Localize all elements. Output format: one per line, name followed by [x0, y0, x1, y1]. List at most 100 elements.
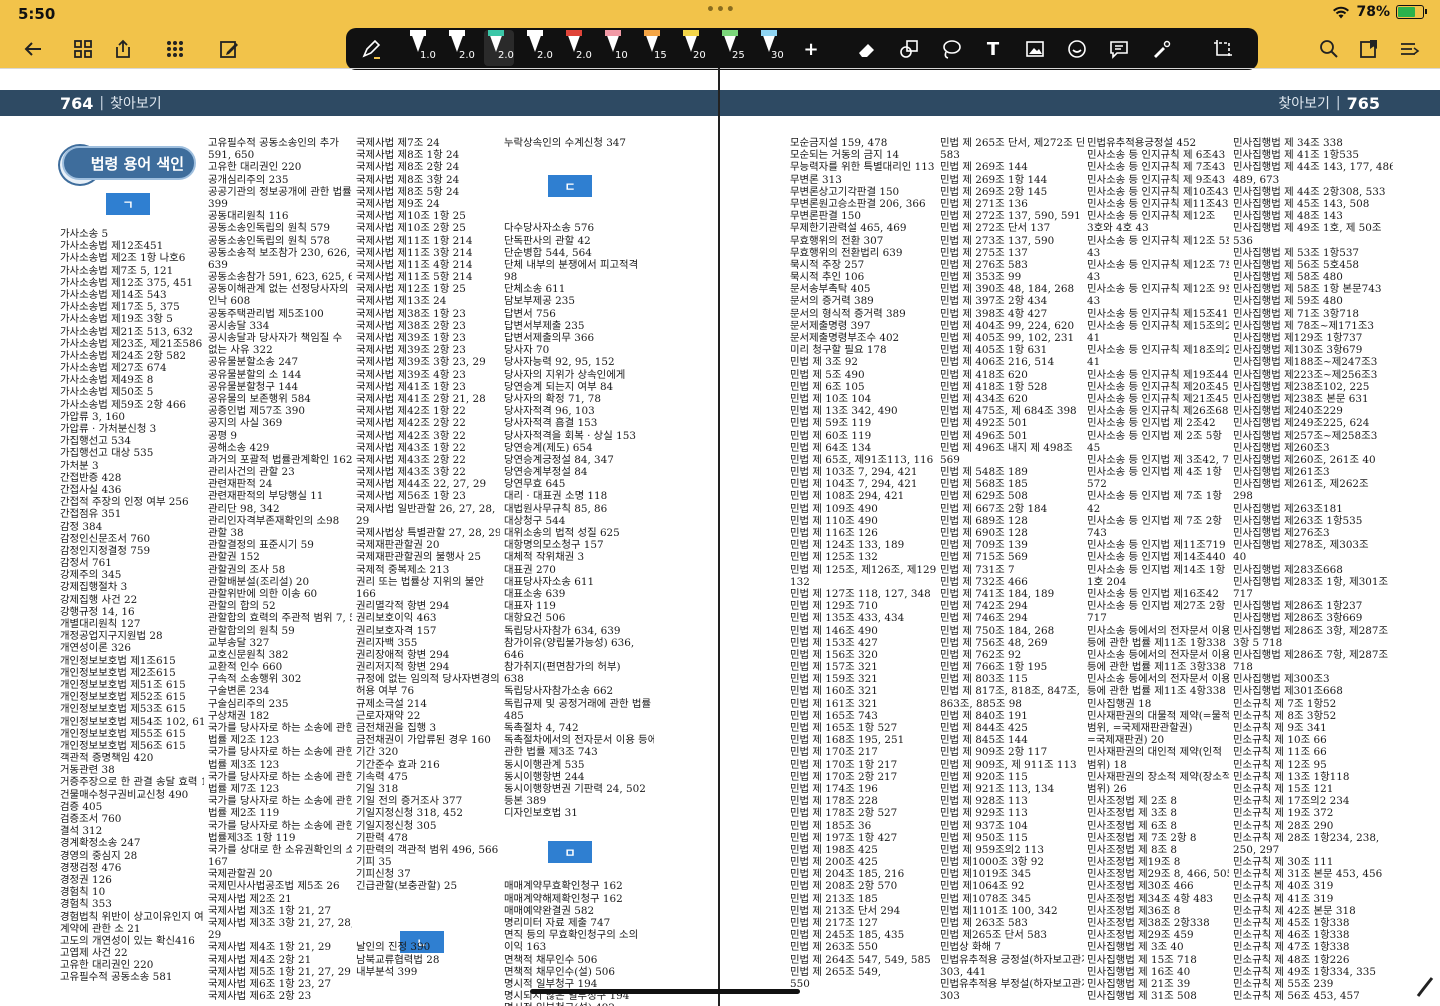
index-entry: 민법 제 272조 137, 590, 591	[940, 210, 1081, 223]
index-entry: 572	[1087, 478, 1107, 491]
pen-8[interactable]: 20	[679, 30, 709, 66]
pen-5[interactable]: 2.0	[562, 30, 592, 66]
index-entry: 국제사법 제11조 1항 214	[356, 234, 473, 247]
index-entry: 민사소송 등 인지규칙 제12조 5호	[1087, 234, 1229, 247]
pencil-shortcut-icon[interactable]	[1414, 974, 1436, 1000]
index-entry: 민소규칙 제 30조 111	[1233, 856, 1334, 869]
index-entry: 국가를 상대로 한 소유권확인의 소	[208, 843, 352, 856]
index-entry: 41	[1087, 356, 1101, 369]
index-entry: 민법 제 198조 425	[790, 843, 878, 856]
index-entry: 민법 제 732조 466	[940, 575, 1028, 588]
wifi-icon	[1333, 6, 1350, 18]
pen-3[interactable]: 2.0	[484, 30, 514, 66]
pen-7[interactable]: 15	[640, 30, 670, 66]
index-entry: 민법 제 200조 425	[790, 856, 878, 869]
shapes-icon[interactable]	[894, 34, 924, 64]
battery-icon	[1396, 5, 1427, 19]
index-entry: 개인정보보호법 제56조 615	[60, 739, 186, 752]
index-entry: 구상채권 182	[208, 709, 270, 722]
index-entry: 대체적 작위채권 3	[504, 551, 585, 564]
index-entry: 민법 제 750조 184, 268	[940, 624, 1055, 637]
index-entry: 범위, =국제재판관할권)	[1087, 722, 1193, 734]
sticker-icon[interactable]	[1062, 34, 1092, 64]
index-entry: 감정인지정결정 759	[60, 544, 151, 557]
eraser-icon[interactable]	[852, 34, 882, 64]
index-entry: 42	[1087, 502, 1101, 515]
index-entry: 민사조정법 제29조 8, 466, 505	[1087, 868, 1229, 881]
multitask-dots[interactable]: •••	[706, 2, 736, 18]
index-entry: 민법 제 135조 433, 434	[790, 612, 905, 625]
pen-1[interactable]: 1.0	[406, 30, 436, 66]
pen-4[interactable]: 2.0	[523, 30, 553, 66]
pen-10[interactable]: 30	[757, 30, 787, 66]
index-entry	[504, 844, 654, 856]
index-entry: 민사집행법 제 31조 508	[1087, 990, 1197, 1003]
pen-settings-icon[interactable]	[356, 34, 386, 64]
index-entry: 민법 제 418조 1항 528	[940, 380, 1048, 393]
index-column-l3: 국제사법 제7조 24 국제사법 제8조 1항 24 국제사법 제8조 2항 24 국…	[356, 137, 500, 1006]
index-entry: 민법 제 116조 126	[790, 527, 878, 539]
comment-icon[interactable]	[1104, 34, 1134, 64]
apps-icon[interactable]	[162, 36, 188, 62]
index-column-l1: 가사소송 5 가사소송법 제12조451 가사소송법 제2조 1항 나호6 가사소송법…	[60, 228, 204, 1006]
index-entry: 민법 제 265조 단서, 제272조 단서	[940, 137, 1084, 149]
index-entry: 공동대리원칙 116	[208, 210, 289, 223]
image-icon[interactable]	[1020, 34, 1050, 64]
index-column-r2: 민법 제 265조 단서, 제272조 단서 583 민법 제 269조 144 민법…	[940, 137, 1084, 1006]
index-entry: 민법 제 109조 490	[790, 502, 878, 515]
crop-icon[interactable]	[1208, 34, 1238, 64]
index-entry: 국제사법 제39조 1항 23	[356, 332, 466, 344]
share-icon[interactable]	[110, 36, 136, 62]
plus-icon[interactable]: +	[796, 34, 826, 64]
index-entry: 관련재판적의 부당행실 11	[208, 490, 324, 503]
index-entry: 민법 제 276조 583	[940, 258, 1028, 271]
text-tool-icon[interactable]: T	[978, 34, 1008, 64]
grid-view-icon[interactable]	[70, 36, 96, 62]
index-entry: 국제사법 제42조 1항 22	[356, 405, 466, 418]
index-entry: 관할권의 조사 58	[208, 563, 286, 576]
index-entry: 민사소송 등 인지법 제 2조 5항	[1087, 429, 1222, 442]
index-entry: 등에 관한 법률 제11조 3항338	[1087, 661, 1226, 674]
index-entry: 동시이행관계 535	[504, 758, 585, 771]
index-entry: 관할 38	[208, 527, 244, 539]
index-entry: 독립당사자참가소송 662	[504, 685, 614, 698]
index-entry: 민법 제 269조 144	[940, 161, 1028, 174]
index-entry: 규정에 없는 임의적 당사자변경의	[356, 673, 500, 686]
index-entry: 민법 제 6조 105	[790, 380, 865, 393]
index-entry: 민법 제 909조, 제 911조 113	[940, 758, 1077, 771]
index-entry: 민법 제 125조 132	[790, 551, 878, 564]
index-entry: 민법 제 269조 2항 145	[940, 185, 1048, 198]
index-entry: 가처분 3	[60, 459, 99, 472]
lasso-icon[interactable]	[936, 34, 966, 64]
edit-page-icon[interactable]	[216, 36, 242, 62]
bookmark-icon[interactable]	[1356, 36, 1382, 62]
index-entry: 민법 제 844조 425	[940, 722, 1028, 734]
pen-2[interactable]: 2.0	[445, 30, 475, 66]
back-arrow-icon[interactable]	[20, 36, 46, 62]
index-entry: 가사소송법 제49조 8	[60, 374, 154, 387]
menu-icon[interactable]	[1396, 36, 1422, 62]
home-indicator[interactable]	[530, 989, 800, 994]
index-entry: 독립규제 및 공정거래에 관한 법률	[504, 697, 652, 710]
pen-9[interactable]: 25	[718, 30, 748, 66]
laser-pointer-icon[interactable]	[1146, 34, 1176, 64]
index-entry: 민법 제 928조 113	[940, 795, 1028, 808]
index-entry: 국제사법 제39조 2항 23	[356, 344, 466, 357]
index-entry: 민법 제 568조 185	[940, 478, 1028, 491]
index-entry: 국제관할권 20	[208, 868, 273, 881]
index-entry: 간접적 주장의 인정 여부 256	[60, 496, 189, 509]
index-entry: 민사소송 등 인지규칙 제20조45	[1087, 380, 1229, 393]
top-toolbar: 5:50 ••• 78% 1.0 2.0 2.0 2.0 2.0 10 15 20 25 30 +…	[0, 0, 1440, 70]
index-entry: 민사집행법 제223조~제256조3	[1233, 368, 1378, 381]
pen-size-label: 1.0	[420, 50, 436, 61]
search-icon[interactable]	[1316, 36, 1342, 62]
index-entry: 민사집행법 제276조3	[1233, 527, 1330, 539]
index-entry: 간접점유 351	[60, 508, 122, 521]
index-entry: 당연무효 645	[504, 478, 566, 491]
index-entry: 303, 441	[940, 965, 987, 978]
pen-color-swatch	[644, 30, 660, 36]
index-entry: 국가를 당사자로 하는 소송에 관한	[208, 770, 352, 783]
index-entry: 민소규칙 제 46조 1항338	[1233, 929, 1350, 942]
pen-6[interactable]: 10	[601, 30, 631, 66]
pen-size-label: 2.0	[576, 50, 592, 61]
